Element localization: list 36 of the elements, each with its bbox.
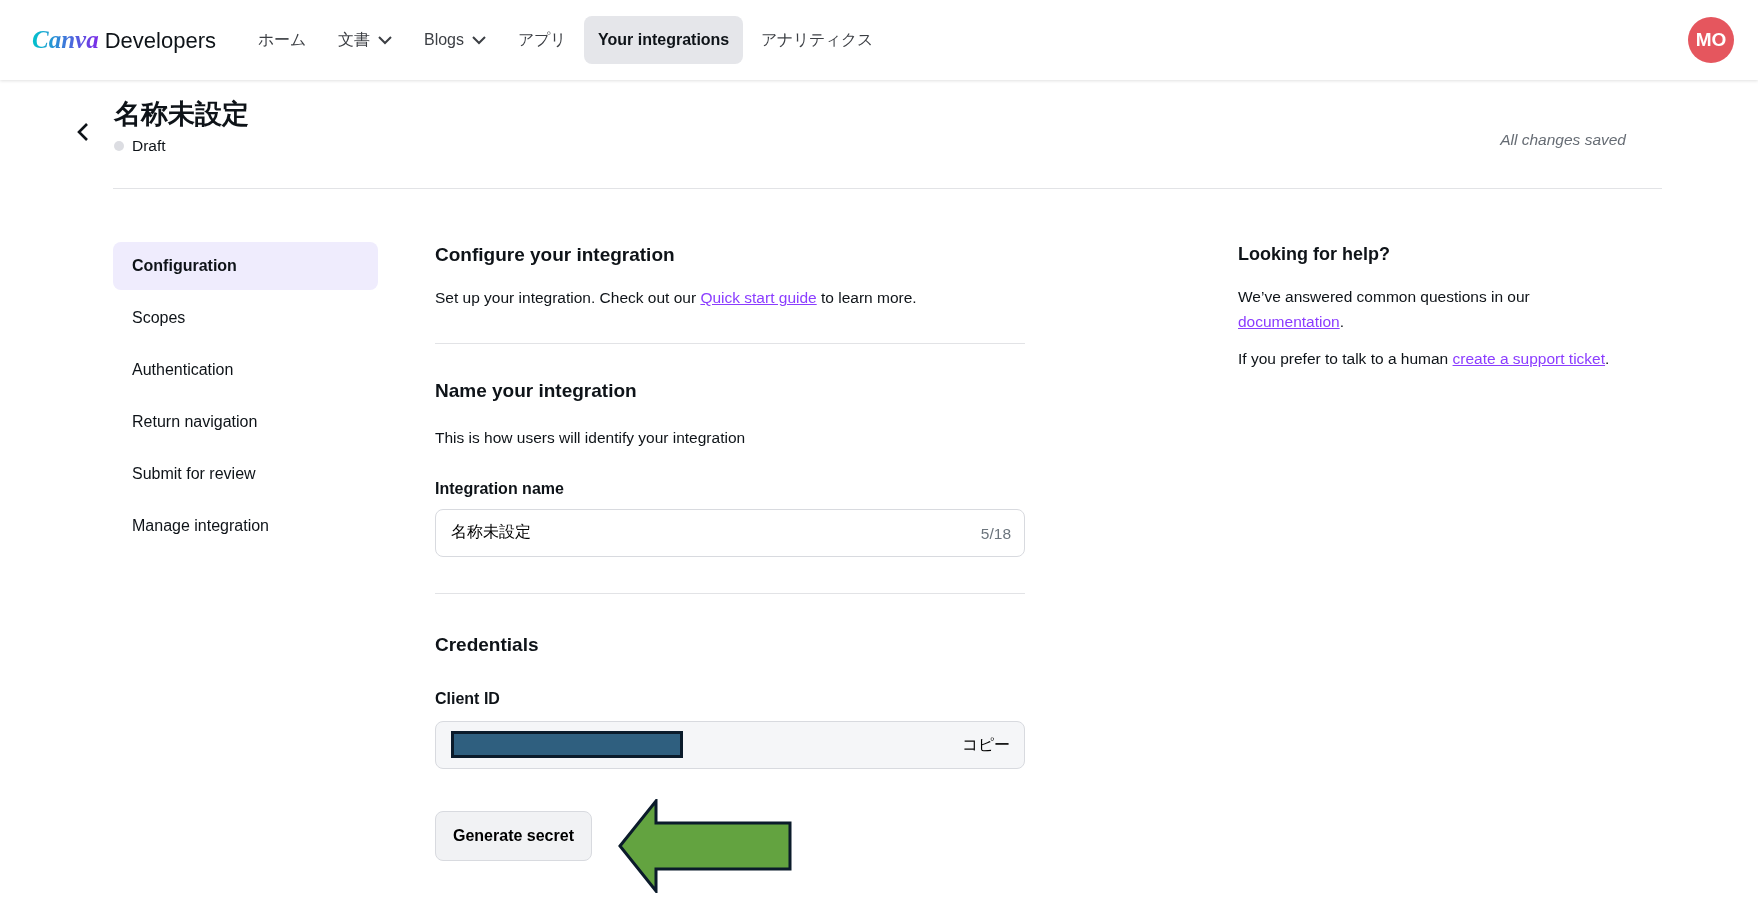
chevron-down-icon [472,35,486,45]
section-description: This is how users will identify your integration [435,428,747,449]
section-heading: Credentials [435,633,540,657]
field-label: Integration name [435,478,565,499]
sidebar-item[interactable]: Configuration [113,241,378,290]
nav-tab[interactable]: ホーム [243,16,320,64]
section-heading: Configure your integration [435,243,676,267]
sidebar-item[interactable]: Manage integration [113,501,378,550]
text-link[interactable]: documentation [1238,313,1340,331]
back-chevron-icon[interactable] [76,122,90,142]
logo-text[interactable]: Developers [104,23,216,57]
nav-tab[interactable]: Your integrations [584,16,744,64]
text-link[interactable]: Quick start guide [700,289,817,307]
copy-button[interactable]: コピー [962,732,1010,757]
help-heading: Looking for help? [1238,243,1391,266]
page-title: 名称未設定 [114,98,250,131]
save-status: All changes saved [1500,130,1626,150]
avatar[interactable]: MO [1688,17,1734,63]
status-text: Draft [132,136,166,157]
sidebar-item[interactable]: Authentication [113,345,378,394]
character-counter: 5/18 [980,523,1011,544]
intro-text: Set up your integration. Check out our Quick start guide to learn more. [435,288,918,309]
section-heading: Name your integration [435,379,638,403]
generate-secret-button[interactable]: Generate secret [435,810,592,861]
field-label: Client ID [435,688,501,709]
sidebar-item[interactable]: Scopes [113,293,378,342]
status-dot [114,141,124,151]
help-text: If you prefer to talk to a human create a support ticket. [1238,348,1611,369]
chevron-down-icon [377,35,392,45]
nav-tab[interactable]: アナリティクス [747,16,888,64]
help-text: We’ve answered common questions in our documentation. [1238,287,1531,333]
nav-tab[interactable]: アプリ [504,16,580,64]
sidebar-item[interactable]: Submit for review [113,449,378,498]
nav-tab[interactable]: 文書 [323,16,406,64]
nav-tab[interactable]: Blogs [409,16,500,64]
sidebar-item[interactable]: Return navigation [113,397,378,446]
